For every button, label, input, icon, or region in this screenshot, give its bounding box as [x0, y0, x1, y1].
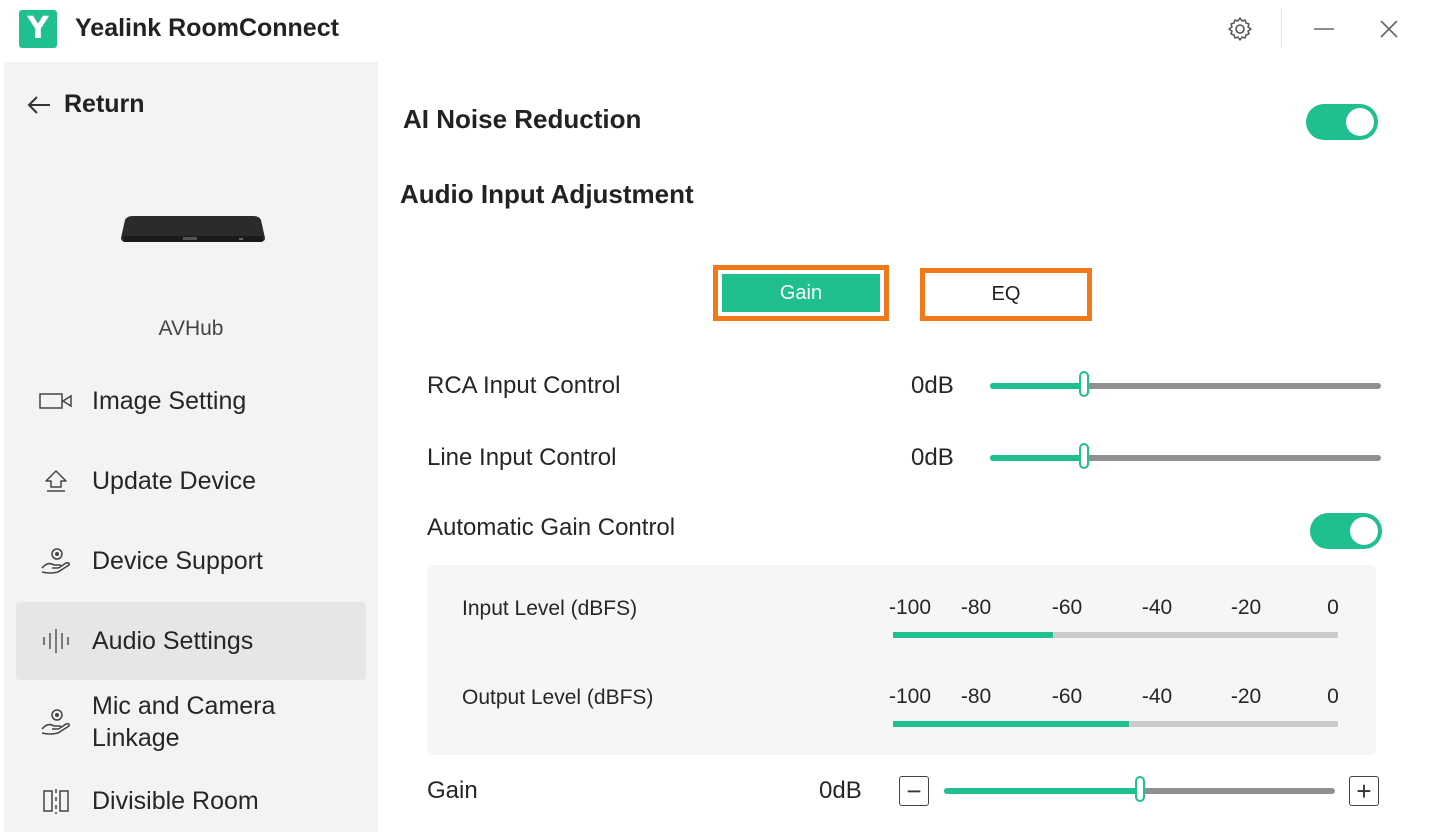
divisible-room-icon	[43, 789, 69, 814]
sidebar-item-audio-settings[interactable]: Audio Settings	[16, 602, 366, 680]
camera-icon	[39, 393, 72, 409]
support-hand-icon	[41, 548, 70, 574]
ai-noise-reduction-label: AI Noise Reduction	[403, 104, 642, 134]
sidebar-item-image-setting[interactable]: Image Setting	[16, 362, 366, 440]
input-level-label: Input Level (dBFS)	[462, 597, 638, 620]
gain-increase-button[interactable]: +	[1349, 776, 1379, 806]
tab-gain[interactable]: Gain	[722, 274, 880, 312]
close-icon	[1380, 20, 1398, 38]
audio-input-adjustment-title: Audio Input Adjustment	[400, 179, 694, 209]
input-level-fill	[893, 632, 1053, 638]
tick-label: -20	[1230, 685, 1262, 708]
line-input-slider-fill	[990, 455, 1084, 461]
gain-slider-thumb[interactable]	[1135, 776, 1145, 802]
output-level-label: Output Level (dBFS)	[462, 686, 654, 709]
sidebar-item-divisible-room[interactable]: Divisible Room	[16, 762, 366, 840]
gain-value: 0dB	[819, 777, 862, 804]
sidebar-item-label: Divisible Room	[92, 787, 259, 815]
agc-toggle[interactable]	[1310, 513, 1382, 549]
rca-input-slider-thumb[interactable]	[1079, 371, 1089, 397]
rca-input-slider-fill	[990, 383, 1084, 389]
return-label: Return	[64, 90, 145, 118]
tick-label: -80	[960, 685, 992, 708]
tick-label: -80	[960, 596, 992, 619]
gear-icon	[1228, 17, 1252, 41]
tick-label: -40	[1141, 685, 1173, 708]
ai-noise-reduction-toggle[interactable]	[1306, 104, 1378, 140]
sidebar-item-label: Update Device	[92, 467, 256, 495]
app-title: Yealink RoomConnect	[75, 14, 339, 42]
device-name: AVHub	[158, 317, 224, 340]
minimize-icon	[1314, 28, 1334, 30]
tick-label: -100	[888, 685, 932, 708]
sidebar-item-label: Audio Settings	[92, 627, 254, 655]
tick-label: 0	[1327, 685, 1339, 708]
gain-decrease-button[interactable]: −	[899, 776, 929, 806]
settings-button[interactable]	[1223, 12, 1257, 46]
sidebar-item-mic-camera-linkage[interactable]: Mic and Camera Linkage	[16, 684, 366, 760]
tick-label: -20	[1230, 596, 1262, 619]
gain-slider[interactable]	[944, 776, 1335, 802]
tab-eq[interactable]: EQ	[929, 277, 1083, 312]
output-level-fill	[893, 721, 1129, 727]
tick-label: -60	[1051, 685, 1083, 708]
sidebar-item-update-device[interactable]: Update Device	[16, 442, 366, 520]
sidebar: Return AVHub Image Setting Update Device…	[4, 62, 378, 832]
gain-label: Gain	[427, 777, 478, 804]
sidebar-item-label: Image Setting	[92, 387, 247, 415]
tick-label: -100	[888, 596, 932, 619]
upload-icon	[45, 470, 67, 492]
audio-wave-icon	[43, 629, 69, 653]
line-input-value: 0dB	[911, 444, 954, 471]
minimize-button[interactable]	[1307, 12, 1341, 46]
rca-input-slider[interactable]	[990, 371, 1381, 397]
close-button[interactable]	[1372, 12, 1406, 46]
return-button[interactable]: Return	[26, 90, 145, 119]
output-level-meter	[893, 721, 1338, 727]
line-input-slider-thumb[interactable]	[1079, 443, 1089, 469]
line-input-slider[interactable]	[990, 443, 1381, 469]
sidebar-item-label: Device Support	[92, 547, 263, 575]
rca-input-value: 0dB	[911, 372, 954, 399]
title-bar: Y Yealink RoomConnect	[0, 0, 1430, 58]
title-separator	[1281, 8, 1282, 48]
agc-label: Automatic Gain Control	[427, 514, 676, 541]
tick-label: -40	[1141, 596, 1173, 619]
tick-label: -60	[1051, 596, 1083, 619]
device-image	[121, 216, 265, 242]
sidebar-item-device-support[interactable]: Device Support	[16, 522, 366, 600]
line-input-label: Line Input Control	[427, 444, 617, 471]
linkage-hand-icon	[41, 709, 70, 735]
arrow-left-icon	[27, 95, 50, 114]
rca-input-label: RCA Input Control	[427, 372, 621, 399]
sidebar-item-label: Mic and Camera Linkage	[92, 692, 276, 752]
gain-slider-fill	[944, 788, 1140, 794]
tick-label: 0	[1327, 596, 1339, 619]
app-logo: Y	[19, 10, 57, 48]
input-level-meter	[893, 632, 1338, 638]
